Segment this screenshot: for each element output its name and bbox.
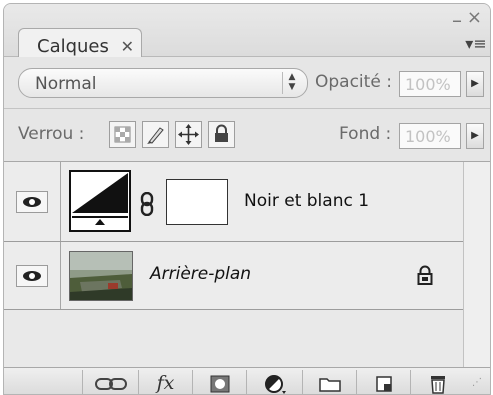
- layers-scrollbar[interactable]: [463, 162, 490, 367]
- trash-icon[interactable]: [410, 370, 464, 394]
- layer-name[interactable]: Arrière-plan: [150, 264, 251, 284]
- panel-tab-bar: Calques ✕ – × ▾≡: [4, 4, 490, 57]
- layer-lock-icon: [416, 264, 434, 286]
- layers-bottom-toolbar: fx ⋰: [4, 367, 490, 394]
- panel-close-icon[interactable]: ×: [467, 7, 482, 28]
- black-white-adjustment-icon: [72, 173, 128, 225]
- lock-move-icon[interactable]: [175, 121, 202, 148]
- layer-name[interactable]: Noir et blanc 1: [244, 191, 369, 211]
- new-layer-icon[interactable]: [356, 370, 410, 394]
- fill-arrow-icon[interactable]: ▶: [466, 123, 484, 149]
- eye-icon[interactable]: [16, 265, 48, 287]
- new-group-icon[interactable]: [302, 370, 356, 394]
- adjustment-thumbnail[interactable]: [69, 170, 131, 232]
- lock-transparent-icon[interactable]: [109, 121, 136, 148]
- visibility-cell[interactable]: [4, 242, 61, 309]
- lock-label: Verrou :: [18, 124, 85, 144]
- blend-mode-select[interactable]: Normal ▲ ▼: [18, 68, 308, 98]
- tab-calques[interactable]: Calques ✕: [18, 28, 142, 57]
- lock-all-icon[interactable]: [208, 121, 235, 148]
- blend-mode-value: Normal: [35, 74, 97, 94]
- mask-thumbnail[interactable]: [166, 179, 228, 225]
- layer-row-arriere-plan[interactable]: Arrière-plan: [4, 242, 463, 310]
- tab-close-icon[interactable]: ✕: [121, 37, 134, 56]
- blend-mode-stepper-icon[interactable]: ▲ ▼: [282, 72, 301, 94]
- opacity-arrow-icon[interactable]: ▶: [466, 71, 484, 97]
- lock-row: Verrou : Fond: 100% ▶: [4, 109, 490, 162]
- adjustment-layer-icon[interactable]: [246, 370, 302, 394]
- eye-icon[interactable]: [16, 191, 48, 213]
- opacity-field[interactable]: 100%: [399, 71, 461, 97]
- fill-label: Fond :: [339, 124, 392, 144]
- tab-label: Calques: [37, 36, 109, 57]
- resize-grip-icon[interactable]: ⋰: [464, 370, 490, 394]
- add-mask-icon[interactable]: [192, 370, 246, 394]
- panel-menu-icon[interactable]: ▾≡: [464, 34, 488, 54]
- panel-minimize-icon[interactable]: –: [452, 8, 462, 32]
- fx-label: fx: [156, 372, 175, 394]
- photo-image: [70, 252, 132, 300]
- fill-field[interactable]: 100%: [399, 123, 461, 149]
- visibility-cell[interactable]: [4, 162, 61, 241]
- layers-panel: Calques ✕ – × ▾≡ Normal ▲ ▼ Opacité : 100…: [3, 3, 491, 395]
- background-thumbnail[interactable]: [69, 251, 133, 301]
- opacity-label: Opacité :: [315, 72, 392, 92]
- fx-icon[interactable]: fx: [138, 370, 192, 394]
- blend-row: Normal ▲ ▼ Opacité : 100% ▶: [4, 58, 490, 109]
- layers-list: Noir et blanc 1 Arrière-plan: [4, 162, 463, 367]
- link-layers-icon[interactable]: [82, 370, 138, 394]
- lock-paint-icon[interactable]: [142, 121, 169, 148]
- layer-row-noir-et-blanc[interactable]: Noir et blanc 1: [4, 162, 463, 242]
- chain-link-icon[interactable]: [139, 191, 155, 217]
